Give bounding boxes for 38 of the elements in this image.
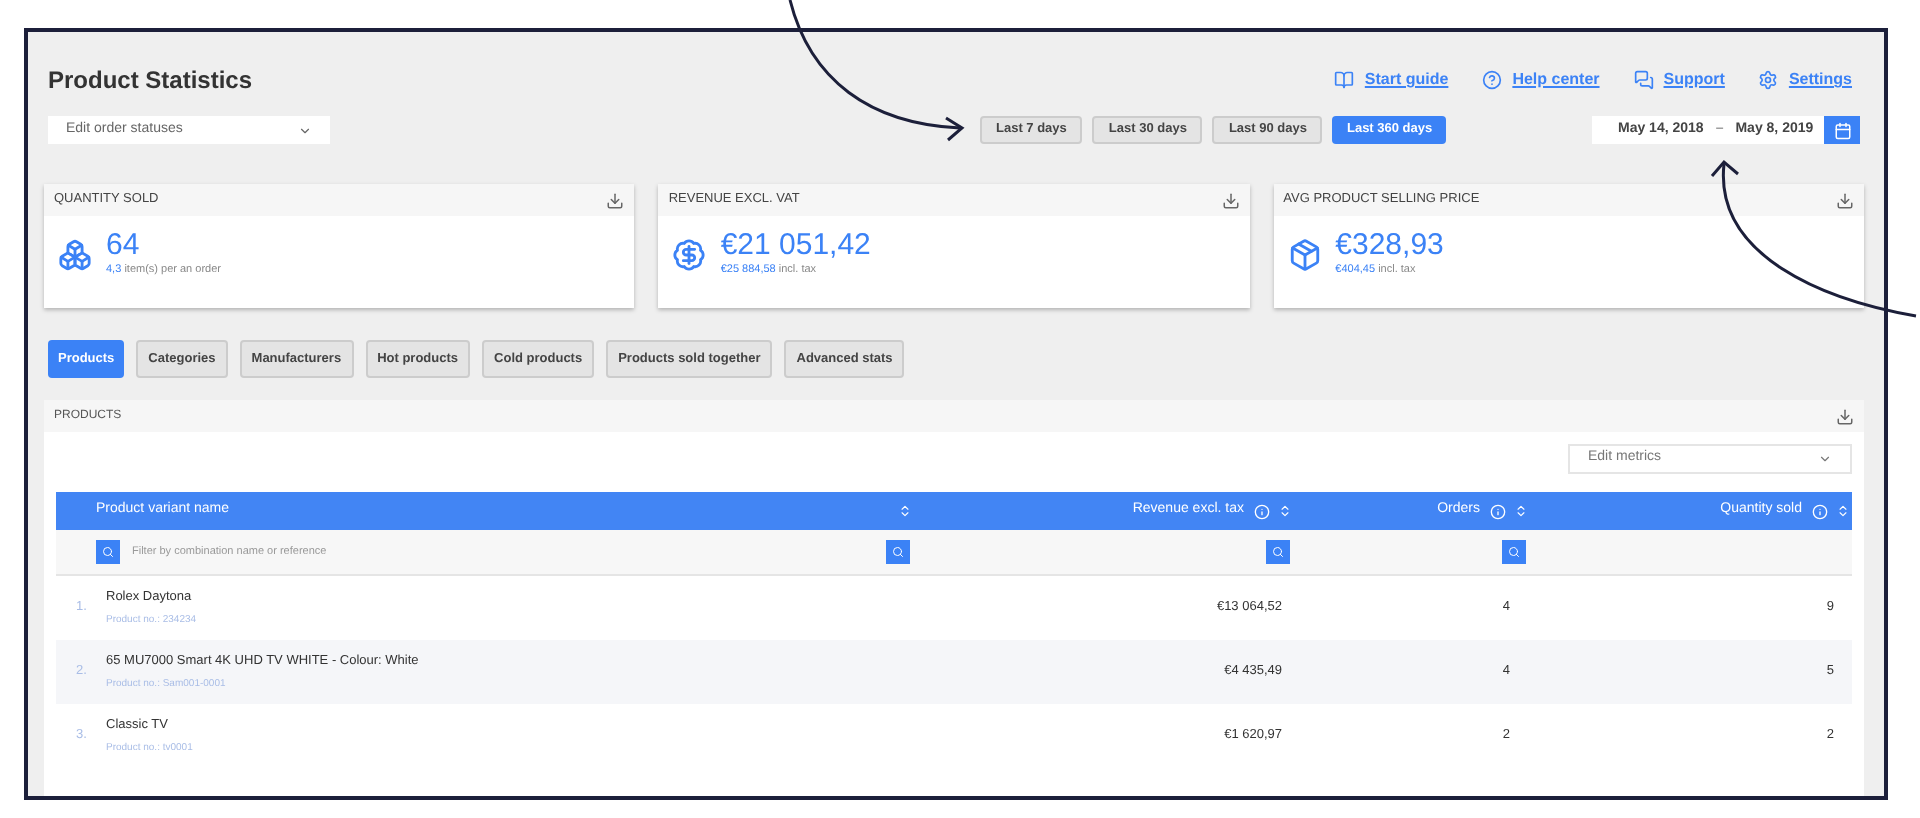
download-icon[interactable] [1836,191,1854,209]
search-icon [1272,546,1284,558]
book-icon [1334,70,1355,90]
info-icon[interactable] [1490,503,1506,519]
calendar-icon [1833,121,1851,139]
nav-link[interactable]: Settings [1758,68,1852,92]
dropdown-caret-icon [298,123,312,137]
nav-link[interactable]: Start guide [1334,68,1449,92]
nav-link[interactable]: Help center [1482,68,1600,92]
download-icon[interactable] [1836,407,1854,425]
card-value: €328,93 [1335,230,1444,262]
sort-icon[interactable] [1278,504,1292,518]
sort-icon[interactable] [1836,504,1850,518]
search-icon [1508,546,1520,558]
sort-icon[interactable] [898,504,912,518]
settings-icon [1758,70,1779,90]
sort-icon[interactable] [1514,504,1528,518]
download-icon[interactable] [606,191,625,209]
search-button[interactable] [96,540,120,564]
info-icon[interactable] [1254,503,1270,519]
boxes-icon [58,237,92,272]
card-value: 64 [106,230,142,262]
page-title: Product Statistics [48,64,253,98]
package-icon [1287,237,1322,272]
dropdown-caret-icon [1818,452,1832,466]
chat-icon [1633,70,1654,90]
search-button[interactable] [1502,540,1526,564]
search-button[interactable] [1266,540,1290,564]
download-icon[interactable] [1221,191,1240,209]
calendar-button[interactable] [1824,116,1860,144]
search-icon [102,546,114,558]
help-icon [1482,70,1503,90]
info-icon[interactable] [1812,503,1828,519]
search-button[interactable] [886,540,910,564]
card-value: €21 051,42 [720,230,871,262]
dollar-badge-icon [672,237,707,272]
nav-link[interactable]: Support [1633,68,1725,92]
search-icon [892,546,904,558]
